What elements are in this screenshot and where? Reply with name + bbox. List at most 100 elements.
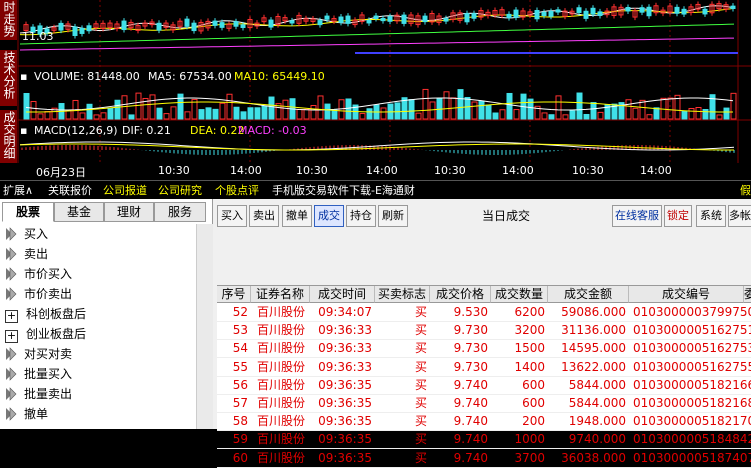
table-row[interactable]: 52 百川股份 09:34:07 买 9.530 6200 59086.000 0103000… — [217, 303, 751, 322]
panel-title: 当日成交 — [482, 209, 531, 223]
cell-trade-id: 0103000005184842 — [633, 432, 751, 447]
cell-seq: 56 — [232, 377, 248, 392]
stock-comment-link[interactable]: 个股点评 — [215, 182, 259, 198]
time-tick: 10:30 — [572, 164, 604, 177]
volume-bar — [541, 112, 548, 120]
cell-name: 百川股份 — [257, 323, 306, 338]
table-row[interactable]: 60 百川股份 09:36:35 买 9.740 3700 36038.000 0103000… — [217, 449, 751, 468]
volume-bar — [317, 95, 324, 120]
multi-account-button[interactable]: 多帐 — [728, 205, 751, 227]
trading-panel: 股票 基金 理财 服务 买入 卖出 市价买入 市价卖出 + 科创板盘后 + 创业板盘… — [0, 199, 751, 468]
cell-price: 9.740 — [453, 377, 488, 392]
tree-item-batch-sell[interactable]: 批量卖出 — [4, 384, 72, 404]
cell-qty: 1500 — [514, 341, 545, 356]
mobile-download-link[interactable]: 手机版交易软件下载-E海通财 — [272, 182, 415, 198]
candle-body — [79, 27, 85, 34]
tree-item-buy[interactable]: 买入 — [4, 224, 48, 244]
trades-button[interactable]: 成交 — [314, 205, 344, 227]
cell-amount: 31136.000 — [561, 323, 626, 338]
ma-longer-line — [19, 37, 735, 51]
table-row[interactable]: 53 百川股份 09:36:33 买 9.730 3200 31136.000 0103000… — [217, 321, 751, 341]
col-header-side[interactable]: 买卖标志 — [375, 286, 430, 303]
tree-item-gem-after-hours[interactable]: + 创业板盘后 — [4, 324, 86, 344]
col-header-name[interactable]: 证券名称 — [251, 286, 310, 303]
lock-button[interactable]: 锁定 — [664, 205, 692, 227]
tab-services[interactable]: 服务 — [154, 202, 206, 222]
tree-item-sell[interactable]: 卖出 — [4, 244, 48, 264]
order-icon — [6, 407, 17, 421]
tab-intraday[interactable]: 时走势 — [0, 0, 17, 40]
macd-label: MACD(12,26,9) — [34, 124, 118, 137]
time-tick: 06月23日 — [36, 166, 86, 179]
online-service-button[interactable]: 在线客服 — [612, 205, 662, 227]
col-header-qty[interactable]: 成交数量 — [491, 286, 548, 303]
table-row[interactable]: 56 百川股份 09:36:35 买 9.740 600 5844.000 010300000… — [217, 376, 751, 395]
tree-item-cross-trade[interactable]: 对买对卖 — [4, 344, 72, 364]
col-header-trade-id[interactable]: 成交编号 — [629, 286, 744, 303]
tree-item-label: 市价卖出 — [24, 287, 73, 301]
col-header-order[interactable]: 委 — [744, 286, 751, 303]
cell-qty: 3200 — [514, 323, 545, 338]
dif-line — [19, 141, 735, 151]
cell-time: 09:36:35 — [318, 450, 372, 465]
sell-button[interactable]: 卖出 — [249, 205, 279, 227]
order-icon — [6, 367, 17, 381]
trades-table: 序号 证券名称 成交时间 买卖标志 成交价格 成交数量 成交金额 成交编号 委 … — [217, 285, 751, 468]
cell-price: 9.730 — [453, 359, 488, 374]
trade-query-pane: 买入 卖出 撤单 成交 持仓 刷新 当日成交 在线客服 锁定 系统 多帐 序号 … — [214, 199, 751, 468]
volume-bar — [457, 89, 464, 120]
positions-button[interactable]: 持仓 — [346, 205, 376, 227]
tree-scrollbar[interactable] — [196, 224, 213, 429]
company-report-link[interactable]: 公司报道 — [103, 182, 147, 198]
tab-intraday-label: 时走势 — [2, 1, 16, 37]
volume-bar — [135, 92, 142, 120]
price-label: 11.03 — [22, 30, 54, 43]
expand-plus-icon[interactable]: + — [5, 310, 18, 323]
candle-body — [268, 19, 274, 28]
cell-time: 09:36:35 — [318, 414, 372, 429]
cell-price: 9.740 — [453, 396, 488, 410]
table-row[interactable]: 59 百川股份 09:36:35 买 9.740 1000 9740.000 01030000… — [217, 430, 751, 450]
tree-item-market-buy[interactable]: 市价买入 — [4, 264, 72, 284]
volume-bar — [359, 113, 366, 120]
volume-bar — [646, 114, 653, 120]
tab-stocks[interactable]: 股票 — [2, 202, 54, 222]
table-row[interactable]: 57 百川股份 09:36:35 买 9.740 600 5844.000 010300000… — [217, 394, 751, 413]
tree-item-label: 创业板盘后 — [26, 327, 87, 341]
order-icon — [6, 347, 17, 361]
tree-item-market-sell[interactable]: 市价卖出 — [4, 284, 72, 304]
table-row[interactable]: 58 百川股份 09:36:35 买 9.740 200 1948.000 010300000… — [217, 412, 751, 432]
cell-time: 09:34:07 — [318, 305, 372, 319]
cell-side: 买 — [414, 450, 427, 465]
cell-seq: 58 — [232, 414, 248, 429]
company-research-link[interactable]: 公司研究 — [158, 182, 202, 198]
cell-amount: 5844.000 — [568, 396, 626, 410]
volume-bar — [415, 112, 422, 120]
col-header-price[interactable]: 成交价格 — [430, 286, 491, 303]
expand-plus-icon[interactable]: + — [5, 330, 18, 343]
related-quotes-link[interactable]: 关联报价 — [48, 182, 92, 198]
expand-toggle[interactable]: 扩展∧ — [3, 182, 33, 198]
info-bar: 扩展∧ 关联报价 公司报道 公司研究 个股点评 手机版交易软件下载-E海通财 假 — [0, 180, 751, 198]
table-row[interactable]: 55 百川股份 09:36:33 买 9.730 1400 13622.000 0103000… — [217, 358, 751, 377]
tree-item-cancel[interactable]: 撤单 — [4, 404, 48, 424]
col-header-seq[interactable]: 序号 — [217, 286, 251, 303]
buy-button[interactable]: 买入 — [217, 205, 247, 227]
col-header-amount[interactable]: 成交金额 — [548, 286, 629, 303]
table-row[interactable]: 54 百川股份 09:36:33 买 9.730 1500 14595.000 0103000… — [217, 339, 751, 359]
tab-wealth[interactable]: 理财 — [104, 202, 154, 222]
system-button[interactable]: 系统 — [696, 205, 726, 227]
refresh-button[interactable]: 刷新 — [378, 205, 408, 227]
cell-time: 09:36:35 — [318, 377, 372, 392]
tab-trade-detail[interactable]: 成交明细 — [0, 110, 17, 164]
cancel-order-button[interactable]: 撤单 — [282, 205, 312, 227]
col-header-time[interactable]: 成交时间 — [310, 286, 375, 303]
kline-chart[interactable]: 时走势 技术分析 成交明细 11.03 ▪ VOLUME: 81448.00 M… — [0, 0, 751, 180]
cell-price: 9.730 — [453, 323, 488, 338]
tree-item-batch-buy[interactable]: 批量买入 — [4, 364, 72, 384]
volume-bar — [170, 106, 177, 120]
tab-technical[interactable]: 技术分析 — [0, 50, 17, 106]
tree-item-star-after-hours[interactable]: + 科创板盘后 — [4, 304, 86, 324]
cell-name: 百川股份 — [257, 414, 306, 429]
tab-funds[interactable]: 基金 — [54, 202, 104, 222]
